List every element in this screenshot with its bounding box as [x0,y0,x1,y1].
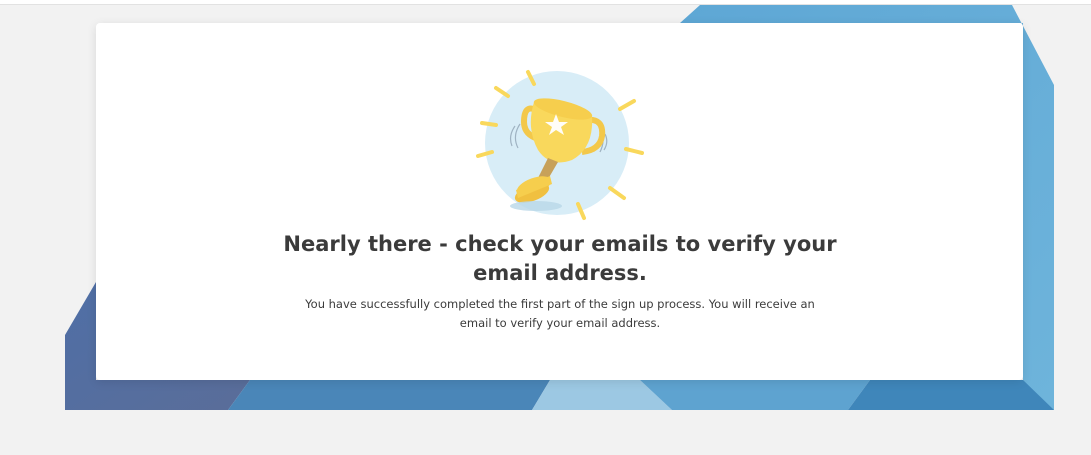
confirmation-heading: Nearly there - check your emails to veri… [283,232,837,285]
confirmation-message: You have successfully completed the firs… [305,297,815,330]
trophy-icon [476,70,644,220]
